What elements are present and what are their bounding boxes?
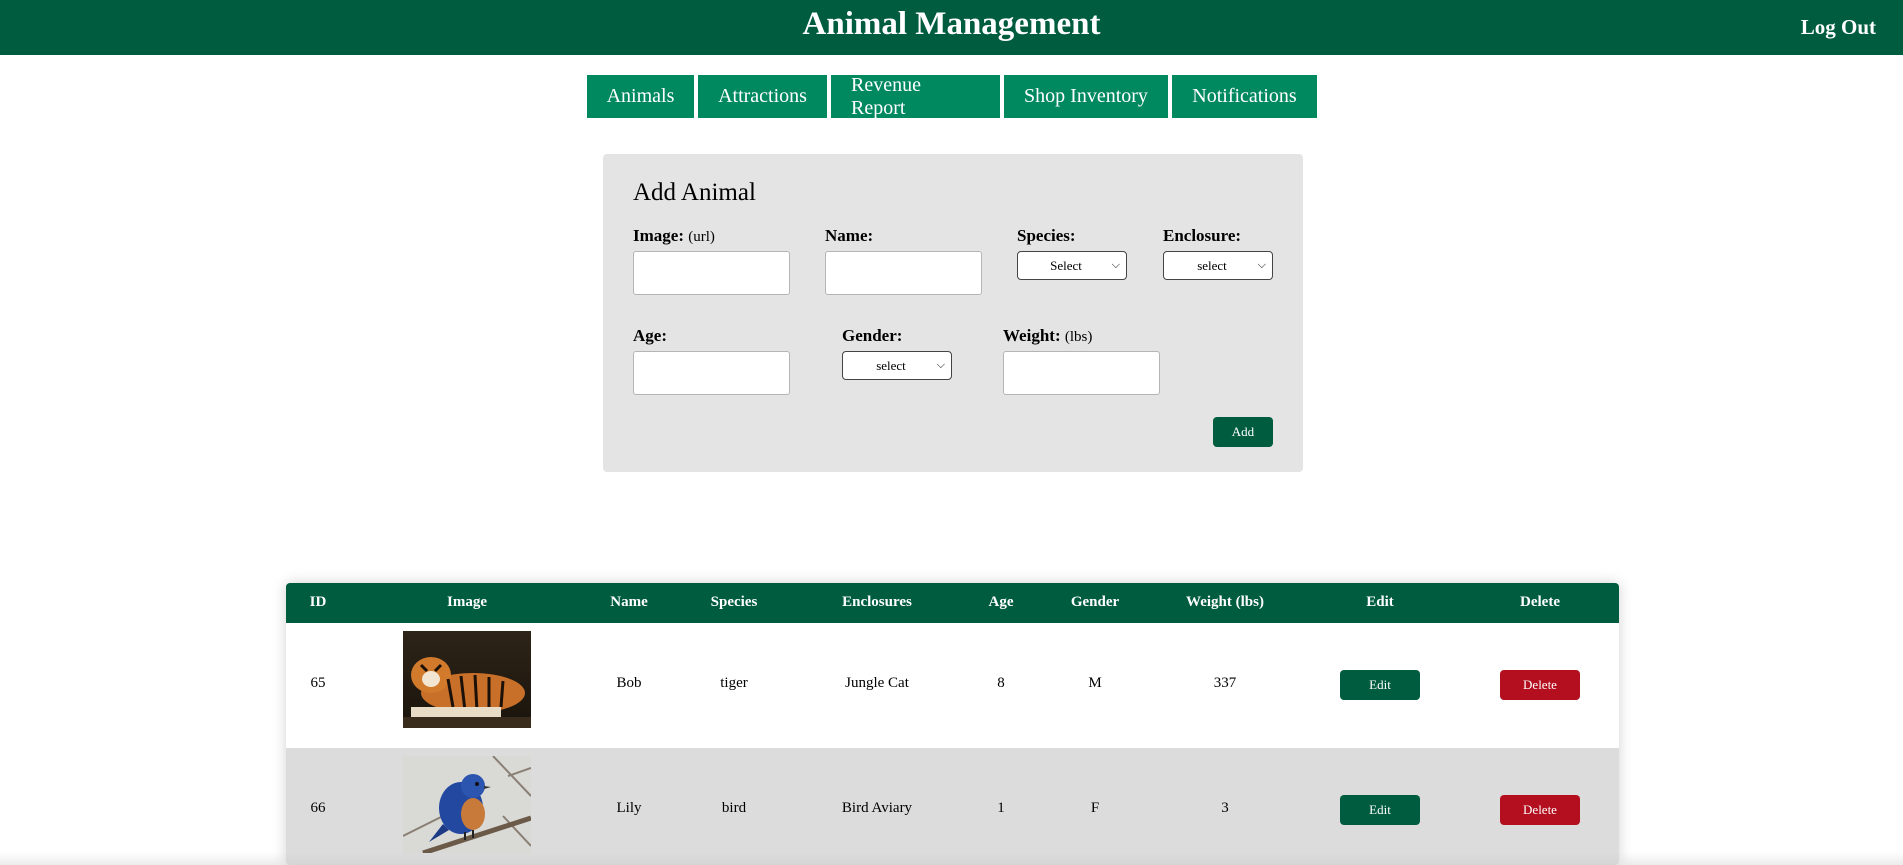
cell-enclosure: Jungle Cat: [845, 675, 909, 691]
age-label: Age:: [633, 326, 667, 345]
cell-weight: 3: [1221, 800, 1229, 816]
add-animal-form: Add Animal Image: (url) Name: Species: S…: [603, 154, 1303, 472]
add-button[interactable]: Add: [1213, 417, 1273, 447]
weight-label: Weight: (lbs): [1003, 326, 1092, 346]
cell-name: Lily: [616, 800, 642, 816]
animal-image: [403, 756, 531, 853]
gender-select[interactable]: select ⌵: [842, 351, 952, 380]
cell-gender: M: [1088, 675, 1102, 691]
chevron-down-icon: ⌵: [936, 359, 945, 371]
col-header-delete: Delete: [1520, 594, 1560, 610]
cell-id: 66: [310, 800, 326, 816]
age-input[interactable]: [633, 351, 790, 395]
main-nav: Animals Attractions Revenue Report Shop …: [587, 74, 1317, 119]
cell-gender: F: [1090, 800, 1100, 816]
gender-label: Gender:: [842, 326, 903, 345]
species-label: Species:: [1017, 226, 1076, 245]
edit-button[interactable]: Edit: [1340, 795, 1420, 825]
weight-label-hint: (lbs): [1064, 329, 1093, 345]
species-select-value: Select: [1050, 257, 1082, 273]
col-header-gender: Gender: [1070, 594, 1120, 610]
image-label-text: Image:: [633, 226, 684, 245]
delete-button[interactable]: Delete: [1500, 795, 1580, 825]
image-label-hint: (url): [688, 229, 715, 245]
animals-table: ID Image Name Species Enclosures Age Gen…: [286, 583, 1619, 865]
cell-name: Bob: [616, 675, 642, 691]
col-header-enclosures: Enclosures: [842, 594, 912, 610]
app-header: Animal Management Log Out: [0, 0, 1903, 55]
chevron-down-icon: ⌵: [1257, 259, 1266, 271]
col-header-weight: Weight (lbs): [1186, 594, 1264, 610]
col-header-edit: Edit: [1366, 594, 1394, 610]
col-header-name: Name: [610, 594, 648, 610]
cell-species: tiger: [720, 675, 748, 691]
form-title: Add Animal: [633, 179, 756, 206]
gender-select-value: select: [876, 357, 906, 373]
tab-shop-inventory[interactable]: Shop Inventory: [1004, 75, 1168, 118]
bird-photo-icon: [403, 756, 531, 853]
col-header-age: Age: [988, 594, 1014, 610]
col-header-id: ID: [309, 594, 327, 610]
tab-animals[interactable]: Animals: [587, 75, 694, 118]
enclosure-label: Enclosure:: [1163, 226, 1242, 245]
col-header-image: Image: [447, 594, 487, 610]
tiger-photo-icon: [403, 631, 531, 728]
table-row: 65 Bob tiger Jungle Cat 8 M 337 Edit Del…: [286, 623, 1619, 748]
name-input[interactable]: [825, 251, 982, 295]
edit-button[interactable]: Edit: [1340, 670, 1420, 700]
app-title: Animal Management: [802, 6, 1101, 42]
table-row: 66 Lily bird Bird Aviary 1 F 3 Edit Dele…: [286, 748, 1619, 865]
species-select[interactable]: Select ⌵: [1017, 251, 1127, 280]
image-url-input[interactable]: [633, 251, 790, 295]
logout-button[interactable]: Log Out: [1801, 15, 1876, 40]
image-label: Image: (url): [633, 226, 715, 246]
tab-attractions[interactable]: Attractions: [698, 75, 827, 118]
scroll-shadow: [0, 852, 1903, 865]
cell-age: 8: [997, 675, 1005, 691]
enclosure-select-value: select: [1197, 257, 1227, 273]
cell-species: bird: [721, 800, 747, 816]
col-header-species: Species: [710, 594, 758, 610]
tab-revenue-report[interactable]: Revenue Report: [831, 74, 1000, 119]
chevron-down-icon: ⌵: [1111, 259, 1120, 271]
name-label: Name:: [825, 226, 874, 245]
weight-input[interactable]: [1003, 351, 1160, 395]
animal-image: [403, 631, 531, 728]
weight-label-text: Weight:: [1003, 326, 1061, 345]
enclosure-select[interactable]: select ⌵: [1163, 251, 1273, 280]
cell-age: 1: [997, 800, 1005, 816]
cell-id: 65: [310, 675, 326, 691]
cell-enclosure: Bird Aviary: [841, 800, 913, 816]
cell-weight: 337: [1213, 675, 1237, 691]
tab-notifications[interactable]: Notifications: [1172, 75, 1317, 118]
delete-button[interactable]: Delete: [1500, 670, 1580, 700]
table-header: ID Image Name Species Enclosures Age Gen…: [286, 583, 1619, 623]
